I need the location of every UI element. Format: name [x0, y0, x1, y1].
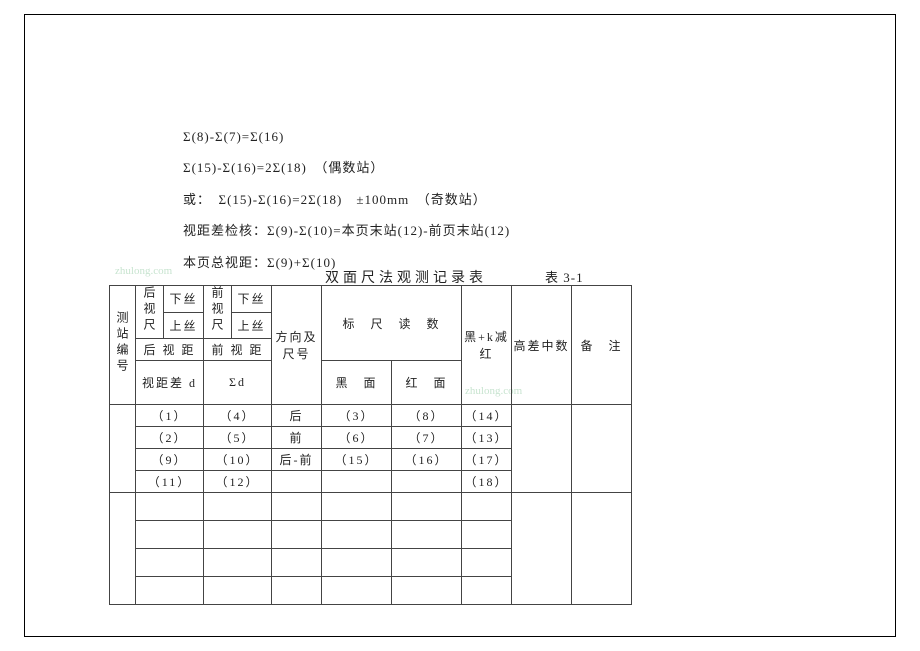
empty-d2: [204, 577, 272, 605]
cell-2: （2）: [136, 427, 204, 449]
empty-a5: [392, 493, 462, 521]
empty-a1: [136, 493, 204, 521]
cell-6: （6）: [322, 427, 392, 449]
formula-line-3: 或： Σ(15)-Σ(16)=2Σ(18) ±100mm （奇数站）: [183, 188, 510, 211]
cell-3: （3）: [322, 405, 392, 427]
empty-d1: [136, 577, 204, 605]
formula-line-2: Σ(15)-Σ(16)=2Σ(18) （偶数站）: [183, 156, 510, 179]
empty-b4: [322, 521, 392, 549]
hdr-reading: 标 尺 读 数: [322, 286, 462, 361]
hdr-dist-diff: 视距差 d: [136, 361, 204, 405]
empty-c3: [272, 549, 322, 577]
cell-back: 后: [272, 405, 322, 427]
empty-a6: [462, 493, 512, 521]
cell-1: （1）: [136, 405, 204, 427]
hdr-height-diff: 高差中数: [512, 286, 572, 405]
cell-5: （5）: [204, 427, 272, 449]
cell-15: （15）: [322, 449, 392, 471]
hdr-sigma-d: Σd: [204, 361, 272, 405]
table-title: 双面尺法观测记录表: [325, 267, 487, 287]
cell-4: （4）: [204, 405, 272, 427]
height-diff-cell-2: [512, 493, 572, 605]
cell-11: （11）: [136, 471, 204, 493]
formula-line-4: 视距差检核：Σ(9)-Σ(10)=本页末站(12)-前页末站(12): [183, 219, 510, 242]
hdr-front-dist: 前 视 距: [204, 339, 272, 361]
hdr-red-face: 红 面: [392, 361, 462, 405]
cell-back-front: 后-前: [272, 449, 322, 471]
hdr-station: 测站编号: [110, 286, 136, 405]
hdr-remark: 备 注: [572, 286, 632, 405]
station-cell-2: [110, 493, 136, 605]
cell-17: （17）: [462, 449, 512, 471]
formula-line-1: Σ(8)-Σ(7)=Σ(16): [183, 125, 510, 148]
cell-14: （14）: [462, 405, 512, 427]
cell-16: （16）: [392, 449, 462, 471]
hdr-back-ruler: 后视尺: [136, 286, 164, 339]
cell-8: （8）: [392, 405, 462, 427]
station-cell-1: [110, 405, 136, 493]
hdr-black-face: 黑 面: [322, 361, 392, 405]
cell-10: （10）: [204, 449, 272, 471]
hdr-back-down: 下丝: [164, 286, 204, 313]
height-diff-cell-1: [512, 405, 572, 493]
cell-e1: [272, 471, 322, 493]
hdr-back-dist: 后 视 距: [136, 339, 204, 361]
observation-table: 测站编号 后视尺 下丝 前视尺 下丝 方向及尺号 标 尺 读 数 黑+k减红 高…: [109, 285, 632, 605]
hdr-front-down: 下丝: [232, 286, 272, 313]
cell-front: 前: [272, 427, 322, 449]
watermark-1: zhulong.com: [115, 265, 172, 277]
page-frame: Σ(8)-Σ(7)=Σ(16) Σ(15)-Σ(16)=2Σ(18) （偶数站）…: [24, 14, 896, 637]
empty-c1: [136, 549, 204, 577]
hdr-front-up: 上丝: [232, 312, 272, 339]
empty-d5: [392, 577, 462, 605]
empty-a2: [204, 493, 272, 521]
cell-13: （13）: [462, 427, 512, 449]
cell-9: （9）: [136, 449, 204, 471]
empty-c6: [462, 549, 512, 577]
empty-c4: [322, 549, 392, 577]
cell-e3: [392, 471, 462, 493]
empty-c2: [204, 549, 272, 577]
empty-d6: [462, 577, 512, 605]
empty-d3: [272, 577, 322, 605]
table-number: 表 3-1: [545, 267, 584, 286]
empty-d4: [322, 577, 392, 605]
empty-b1: [136, 521, 204, 549]
empty-a4: [322, 493, 392, 521]
empty-b6: [462, 521, 512, 549]
remark-cell-1: [572, 405, 632, 493]
cell-e2: [322, 471, 392, 493]
hdr-back-up: 上丝: [164, 312, 204, 339]
hdr-direction: 方向及尺号: [272, 286, 322, 405]
empty-b3: [272, 521, 322, 549]
hdr-black-k-red: 黑+k减红: [462, 286, 512, 405]
empty-c5: [392, 549, 462, 577]
empty-a3: [272, 493, 322, 521]
empty-b5: [392, 521, 462, 549]
hdr-front-ruler: 前视尺: [204, 286, 232, 339]
cell-18: （18）: [462, 471, 512, 493]
cell-7: （7）: [392, 427, 462, 449]
empty-b2: [204, 521, 272, 549]
cell-12: （12）: [204, 471, 272, 493]
remark-cell-2: [572, 493, 632, 605]
formula-block: Σ(8)-Σ(7)=Σ(16) Σ(15)-Σ(16)=2Σ(18) （偶数站）…: [183, 125, 510, 282]
